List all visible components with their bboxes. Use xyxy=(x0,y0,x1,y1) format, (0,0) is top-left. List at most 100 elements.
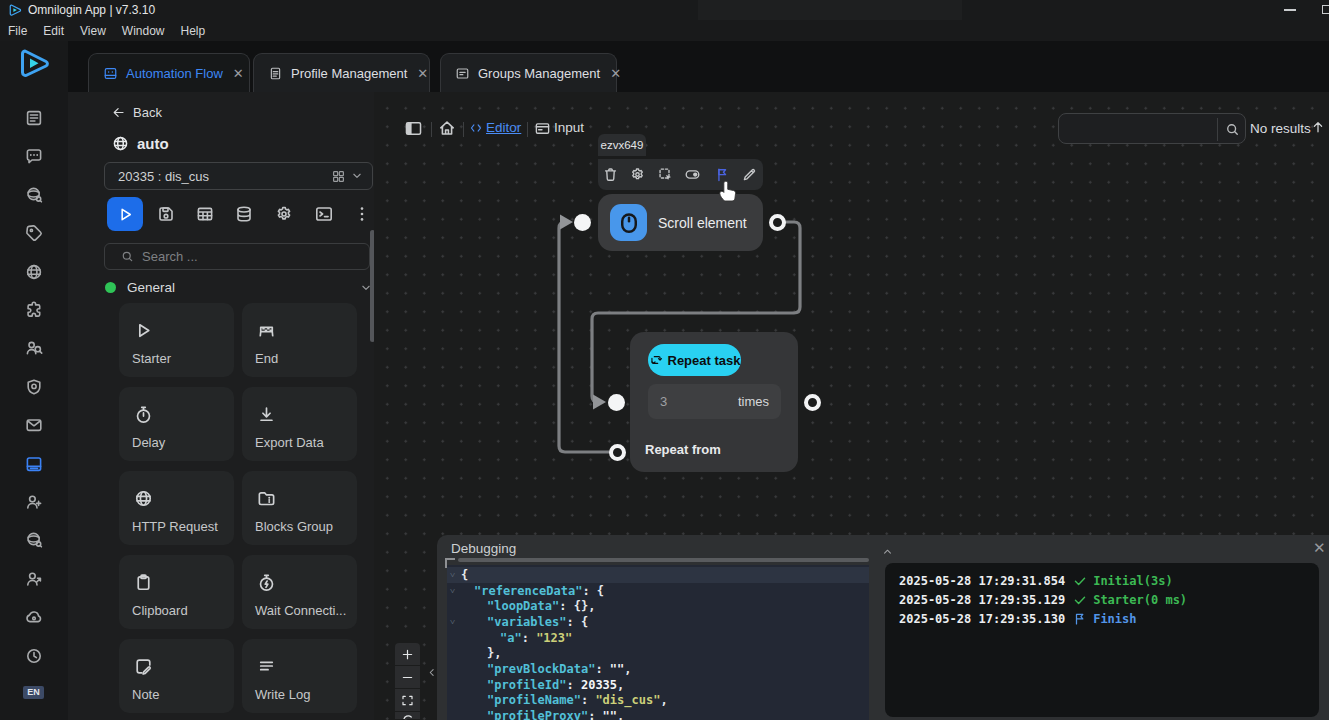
repeat-icon xyxy=(649,353,663,367)
block-export-data[interactable]: Export Data xyxy=(242,387,357,461)
node-trash-icon[interactable] xyxy=(602,166,619,183)
zoom-out-button[interactable] xyxy=(395,666,420,688)
flow-title: auto xyxy=(104,134,169,153)
toolbar-terminal-icon[interactable] xyxy=(314,204,334,224)
debug-close-icon[interactable]: ✕ xyxy=(1313,539,1326,557)
zoom-controls xyxy=(395,643,420,720)
tab-automation-flow[interactable]: Automation Flow✕ xyxy=(88,53,250,92)
toolbar-table-icon[interactable] xyxy=(195,204,215,224)
toolbar-kebab-icon[interactable] xyxy=(352,204,372,224)
menu-file[interactable]: File xyxy=(0,24,35,38)
port-out-scroll[interactable] xyxy=(769,214,786,231)
block-wait-connecti-[interactable]: Wait Connecti... xyxy=(242,555,357,629)
node-flag-icon[interactable] xyxy=(714,166,731,183)
debug-panel: Debugging ✕ ˅{˅"referenceData": {"loopDa… xyxy=(437,535,1329,720)
reset-button[interactable] xyxy=(395,712,420,719)
note-icon xyxy=(133,656,154,677)
write-log-icon xyxy=(256,656,277,677)
rail-browser-key-icon[interactable] xyxy=(24,530,44,550)
app-logo-icon xyxy=(8,3,22,17)
language-badge[interactable]: EN xyxy=(23,686,44,699)
node-repeat-task[interactable]: Repeat task 3 times Repeat from xyxy=(630,332,798,472)
log-line: 2025-05-28 17:29:31.854Initial(3s) xyxy=(899,571,1319,590)
block-end[interactable]: End xyxy=(242,303,357,377)
rail-shield-icon[interactable] xyxy=(24,377,44,397)
block-http-request[interactable]: HTTP Request xyxy=(119,471,234,545)
menu-window[interactable]: Window xyxy=(114,24,173,38)
menu-edit[interactable]: Edit xyxy=(35,24,72,38)
profile-select[interactable]: 20335 : dis_cus xyxy=(104,162,373,190)
port-repeat-from[interactable] xyxy=(609,444,626,461)
json-line: }, xyxy=(447,645,869,661)
rail-history-icon[interactable] xyxy=(24,646,44,666)
node-id-badge: ezvx649 xyxy=(598,134,646,156)
section-color-dot xyxy=(105,282,116,293)
port-out-repeat[interactable] xyxy=(804,394,821,411)
rail-notes-icon[interactable] xyxy=(24,108,44,128)
menu-view[interactable]: View xyxy=(72,24,114,38)
node-gear-icon[interactable] xyxy=(629,166,646,183)
block-note[interactable]: Note xyxy=(119,639,234,713)
node-toggle-icon[interactable] xyxy=(684,166,701,183)
json-line: "prevBlockData": "", xyxy=(447,661,869,677)
rail-extensions-icon[interactable] xyxy=(24,300,44,320)
json-line: ˅"variables": { xyxy=(447,614,869,630)
zoom-in-button[interactable] xyxy=(395,643,420,665)
rail-browser-key-icon[interactable] xyxy=(24,185,44,205)
block-clipboard[interactable]: Clipboard xyxy=(119,555,234,629)
check-icon xyxy=(1073,593,1087,607)
toolbar-floppy-icon[interactable] xyxy=(156,204,176,224)
block-blocks-group[interactable]: Blocks Group xyxy=(242,471,357,545)
tab-groups-management[interactable]: Groups Management✕ xyxy=(440,53,617,92)
json-line: "profileProxy": "", xyxy=(447,708,869,720)
profile-select-icons xyxy=(331,169,364,184)
debug-json-view[interactable]: ˅{˅"referenceData": {"loopData": {},˅"va… xyxy=(447,565,869,720)
fit-view-button[interactable] xyxy=(395,689,420,711)
close-tab-icon[interactable]: ✕ xyxy=(600,66,621,81)
rail-globe-icon[interactable] xyxy=(24,262,44,282)
close-tab-icon[interactable]: ✕ xyxy=(407,66,428,81)
globe-icon xyxy=(133,488,154,509)
rail-cloud-icon[interactable] xyxy=(24,607,44,627)
tab-profile-management[interactable]: Profile Management✕ xyxy=(253,53,430,92)
check-icon xyxy=(1073,574,1087,588)
minimize-button[interactable] xyxy=(1284,9,1296,11)
back-button[interactable]: Back xyxy=(104,105,162,120)
toolbar-gear-icon[interactable] xyxy=(274,204,294,224)
run-button[interactable] xyxy=(107,197,143,231)
block-starter[interactable]: Starter xyxy=(119,303,234,377)
port-in-scroll[interactable] xyxy=(574,214,591,231)
debug-hscrollbar[interactable] xyxy=(458,558,869,562)
block-search-input[interactable]: Search ... xyxy=(104,243,370,270)
rail-automation-icon[interactable] xyxy=(24,454,44,474)
left-panel: Back auto 20335 : dis_cus Search ... Gen… xyxy=(68,92,374,720)
folder-icon xyxy=(256,488,277,509)
toolbar-database-icon[interactable] xyxy=(234,204,254,224)
rail-user-share-icon[interactable] xyxy=(24,569,44,589)
rail-sticker-icon[interactable] xyxy=(24,223,44,243)
node-select-icon[interactable] xyxy=(657,166,674,183)
clipboard-icon xyxy=(133,572,154,593)
rail-team-search-icon[interactable] xyxy=(24,338,44,358)
app-logo xyxy=(17,46,51,80)
block-delay[interactable]: Delay xyxy=(119,387,234,461)
globe-icon xyxy=(111,134,130,153)
node-pencil-icon[interactable] xyxy=(741,166,758,183)
repeat-task-button[interactable]: Repeat task xyxy=(648,344,741,376)
rail-user-add-icon[interactable] xyxy=(24,492,44,512)
times-input[interactable]: 3 times xyxy=(648,384,781,419)
menu-help[interactable]: Help xyxy=(173,24,214,38)
repeat-from-label: Repeat from xyxy=(645,442,721,457)
rail-mail-icon[interactable] xyxy=(24,415,44,435)
port-in-repeat[interactable] xyxy=(608,394,625,411)
close-tab-icon[interactable]: ✕ xyxy=(223,66,244,81)
block-write-log[interactable]: Write Log xyxy=(242,639,357,713)
maximize-button[interactable] xyxy=(1322,5,1329,14)
flag-icon xyxy=(1073,612,1087,626)
mouse-icon xyxy=(610,204,647,241)
rail-chat-icon[interactable] xyxy=(24,146,44,166)
section-general[interactable]: General xyxy=(105,280,373,295)
play-icon xyxy=(133,320,154,341)
json-line: "a": "123" xyxy=(447,630,869,646)
debug-expand-icon[interactable] xyxy=(881,545,894,558)
